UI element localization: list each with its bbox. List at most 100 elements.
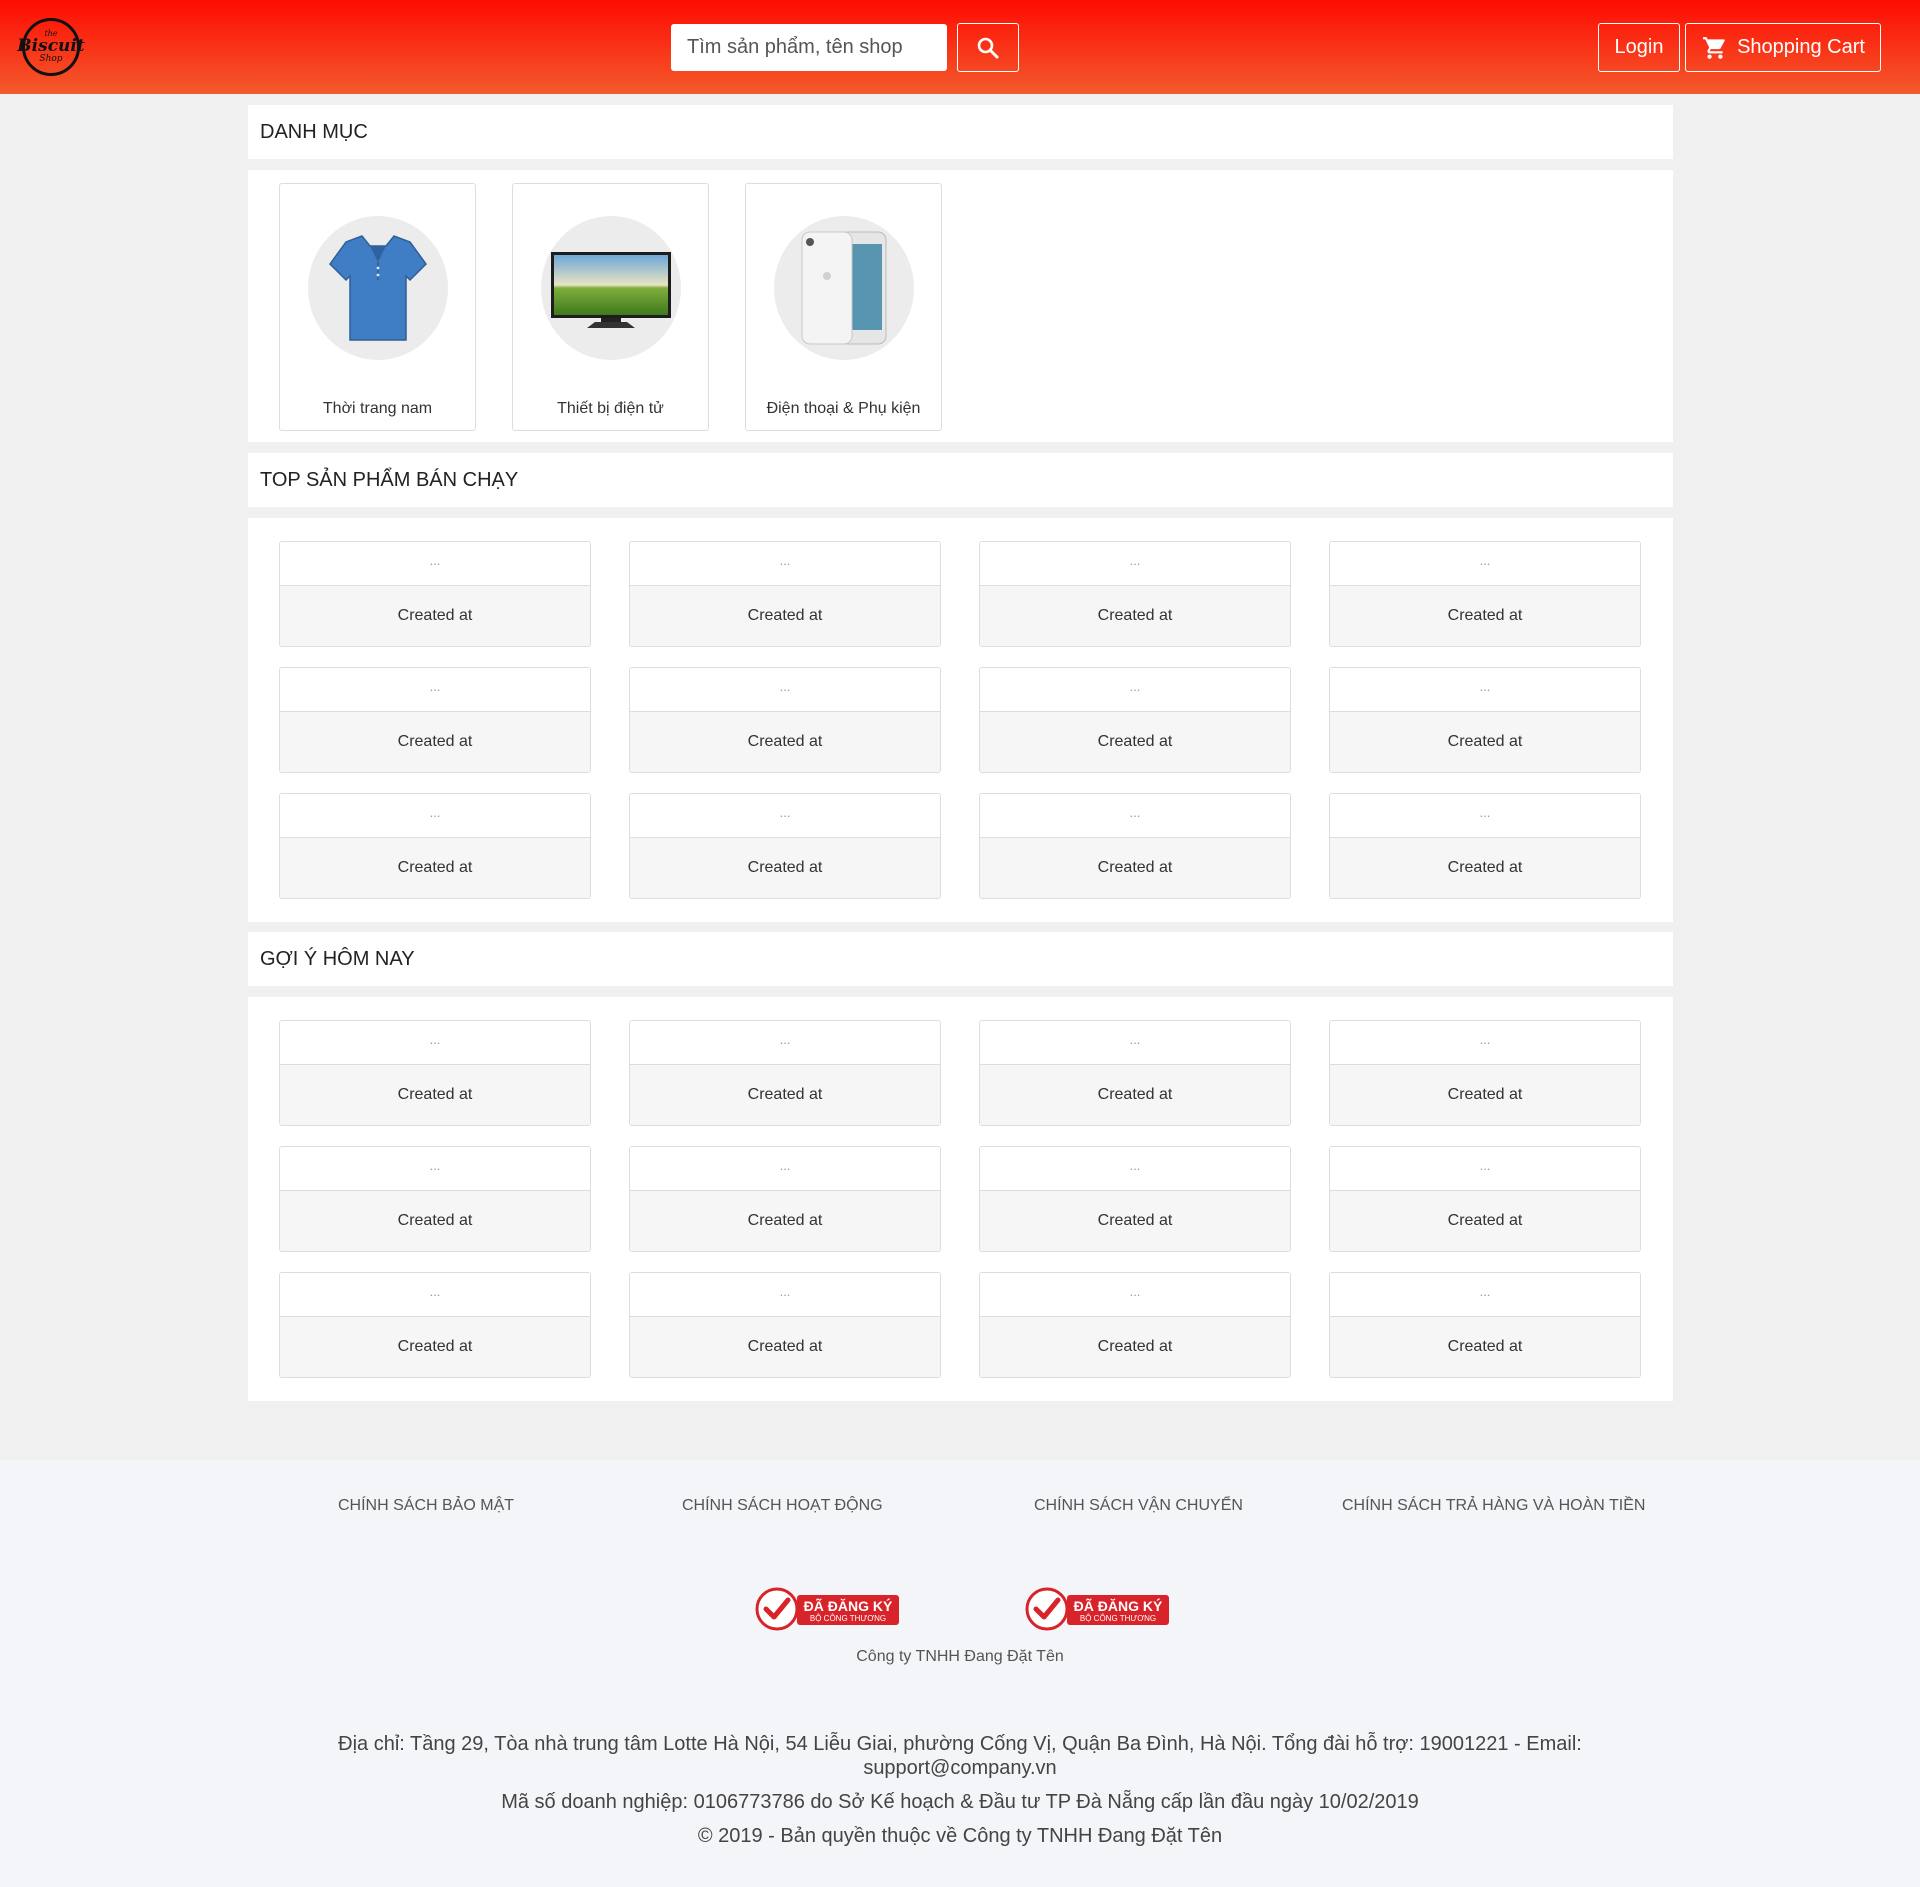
login-button[interactable]: Login xyxy=(1598,23,1680,72)
categories-section-title: DANH MỤC xyxy=(248,105,1673,159)
category-label: Thiết bị điện tử xyxy=(557,400,664,417)
product-card[interactable]: ... Created at xyxy=(279,1146,591,1252)
product-name: ... xyxy=(630,1273,940,1317)
product-name: ... xyxy=(630,1147,940,1191)
product-card[interactable]: ... Created at xyxy=(279,1272,591,1378)
product-created-at: Created at xyxy=(1330,1065,1640,1125)
product-card[interactable]: ... Created at xyxy=(979,1020,1291,1126)
product-name: ... xyxy=(280,668,590,712)
product-name: ... xyxy=(280,794,590,838)
product-name: ... xyxy=(1330,542,1640,586)
product-name: ... xyxy=(1330,794,1640,838)
polo-shirt-image xyxy=(308,216,448,360)
shopping-cart-button[interactable]: Shopping Cart xyxy=(1685,23,1881,72)
top-products-section-title: TOP SẢN PHẨM BÁN CHẠY xyxy=(248,453,1673,507)
product-card[interactable]: ... Created at xyxy=(1329,667,1641,773)
product-created-at: Created at xyxy=(1330,1191,1640,1251)
logo-text-bottom: Shop xyxy=(39,54,63,64)
footer-company-name: Công ty TNHH Đang Đặt Tên xyxy=(856,1648,1064,1665)
product-created-at: Created at xyxy=(1330,838,1640,898)
product-card[interactable]: ... Created at xyxy=(1329,793,1641,899)
product-card[interactable]: ... Created at xyxy=(979,667,1291,773)
product-created-at: Created at xyxy=(980,1065,1290,1125)
product-card[interactable]: ... Created at xyxy=(979,541,1291,647)
product-name: ... xyxy=(980,1273,1290,1317)
product-created-at: Created at xyxy=(280,586,590,646)
category-card[interactable]: Điện thoại & Phụ kiện xyxy=(745,183,942,431)
product-card[interactable]: ... Created at xyxy=(629,1272,941,1378)
product-created-at: Created at xyxy=(980,838,1290,898)
search-icon xyxy=(977,37,999,58)
product-card[interactable]: ... Created at xyxy=(1329,1146,1641,1252)
product-card[interactable]: ... Created at xyxy=(629,541,941,647)
product-created-at: Created at xyxy=(280,1317,590,1377)
product-name: ... xyxy=(980,542,1290,586)
product-created-at: Created at xyxy=(630,1065,940,1125)
product-name: ... xyxy=(1330,668,1640,712)
product-created-at: Created at xyxy=(980,586,1290,646)
category-label: Thời trang nam xyxy=(322,400,433,417)
product-card[interactable]: ... Created at xyxy=(629,1146,941,1252)
footer-link-returns[interactable]: CHÍNH SÁCH TRẢ HÀNG VÀ HOÀN TIỀN xyxy=(1342,1497,1645,1515)
product-created-at: Created at xyxy=(630,586,940,646)
logo-text-main: Biscuit xyxy=(17,36,85,56)
product-card[interactable]: ... Created at xyxy=(279,1020,591,1126)
product-card[interactable]: ... Created at xyxy=(279,793,591,899)
product-name: ... xyxy=(630,542,940,586)
product-created-at: Created at xyxy=(980,1317,1290,1377)
product-card[interactable]: ... Created at xyxy=(979,1146,1291,1252)
search-button[interactable] xyxy=(957,23,1019,72)
svg-text:ĐÃ ĐĂNG KÝ: ĐÃ ĐĂNG KÝ xyxy=(1074,1597,1163,1614)
product-created-at: Created at xyxy=(1330,712,1640,772)
product-created-at: Created at xyxy=(1330,586,1640,646)
registered-badge[interactable]: ĐÃ ĐĂNG KÝ BỘ CÔNG THƯƠNG xyxy=(1025,1587,1171,1631)
footer-link-shipping[interactable]: CHÍNH SÁCH VẬN CHUYỂN xyxy=(1034,1497,1243,1515)
product-card[interactable]: ... Created at xyxy=(979,793,1291,899)
product-name: ... xyxy=(980,1147,1290,1191)
suggestions-section-title: GỢI Ý HÔM NAY xyxy=(248,932,1673,986)
product-name: ... xyxy=(630,668,940,712)
product-created-at: Created at xyxy=(280,712,590,772)
product-card[interactable]: ... Created at xyxy=(279,667,591,773)
product-name: ... xyxy=(980,1021,1290,1065)
product-card[interactable]: ... Created at xyxy=(1329,541,1641,647)
product-name: ... xyxy=(280,1147,590,1191)
footer-link-operations[interactable]: CHÍNH SÁCH HOẠT ĐỘNG xyxy=(682,1497,883,1515)
shop-logo[interactable]: the Biscuit Shop xyxy=(17,18,85,76)
product-created-at: Created at xyxy=(980,1191,1290,1251)
product-card[interactable]: ... Created at xyxy=(979,1272,1291,1378)
product-name: ... xyxy=(980,794,1290,838)
top-products-panel: ... Created at... Created at... Created at.… xyxy=(248,518,1673,922)
product-card[interactable]: ... Created at xyxy=(629,667,941,773)
product-card[interactable]: ... Created at xyxy=(629,793,941,899)
product-name: ... xyxy=(280,542,590,586)
product-card[interactable]: ... Created at xyxy=(279,541,591,647)
footer-business-id: Mã số doanh nghiệp: 0106773786 do Sở Kế … xyxy=(501,1791,1419,1813)
footer-copyright: © 2019 - Bản quyền thuộc về Công ty TNHH… xyxy=(697,1825,1223,1847)
category-card[interactable]: Thời trang nam xyxy=(279,183,476,431)
product-card[interactable]: ... Created at xyxy=(629,1020,941,1126)
top-header: the Biscuit Shop Login Shopping Cart xyxy=(0,0,1920,94)
registered-badge[interactable]: ĐÃ ĐĂNG KÝ BỘ CÔNG THƯƠNG xyxy=(755,1587,901,1631)
product-created-at: Created at xyxy=(280,1065,590,1125)
footer-link-privacy[interactable]: CHÍNH SÁCH BẢO MẬT xyxy=(338,1497,514,1515)
category-label: Điện thoại & Phụ kiện xyxy=(766,400,921,417)
product-name: ... xyxy=(1330,1147,1640,1191)
svg-text:BỘ CÔNG THƯƠNG: BỘ CÔNG THƯƠNG xyxy=(1080,1614,1156,1623)
product-created-at: Created at xyxy=(630,1317,940,1377)
category-card[interactable]: Thiết bị điện tử xyxy=(512,183,709,431)
product-name: ... xyxy=(980,668,1290,712)
footer-address: Địa chỉ: Tầng 29, Tòa nhà trung tâm Lott… xyxy=(338,1733,1582,1779)
shopping-cart-label: Shopping Cart xyxy=(1737,36,1865,58)
product-name: ... xyxy=(1330,1273,1640,1317)
tv-image xyxy=(541,216,681,360)
product-name: ... xyxy=(280,1021,590,1065)
product-created-at: Created at xyxy=(1330,1317,1640,1377)
product-card[interactable]: ... Created at xyxy=(1329,1020,1641,1126)
iphone-image xyxy=(774,216,914,360)
product-card[interactable]: ... Created at xyxy=(1329,1272,1641,1378)
product-name: ... xyxy=(1330,1021,1640,1065)
product-created-at: Created at xyxy=(280,1191,590,1251)
svg-text:ĐÃ ĐĂNG KÝ: ĐÃ ĐĂNG KÝ xyxy=(804,1597,893,1614)
search-input[interactable] xyxy=(671,24,947,71)
